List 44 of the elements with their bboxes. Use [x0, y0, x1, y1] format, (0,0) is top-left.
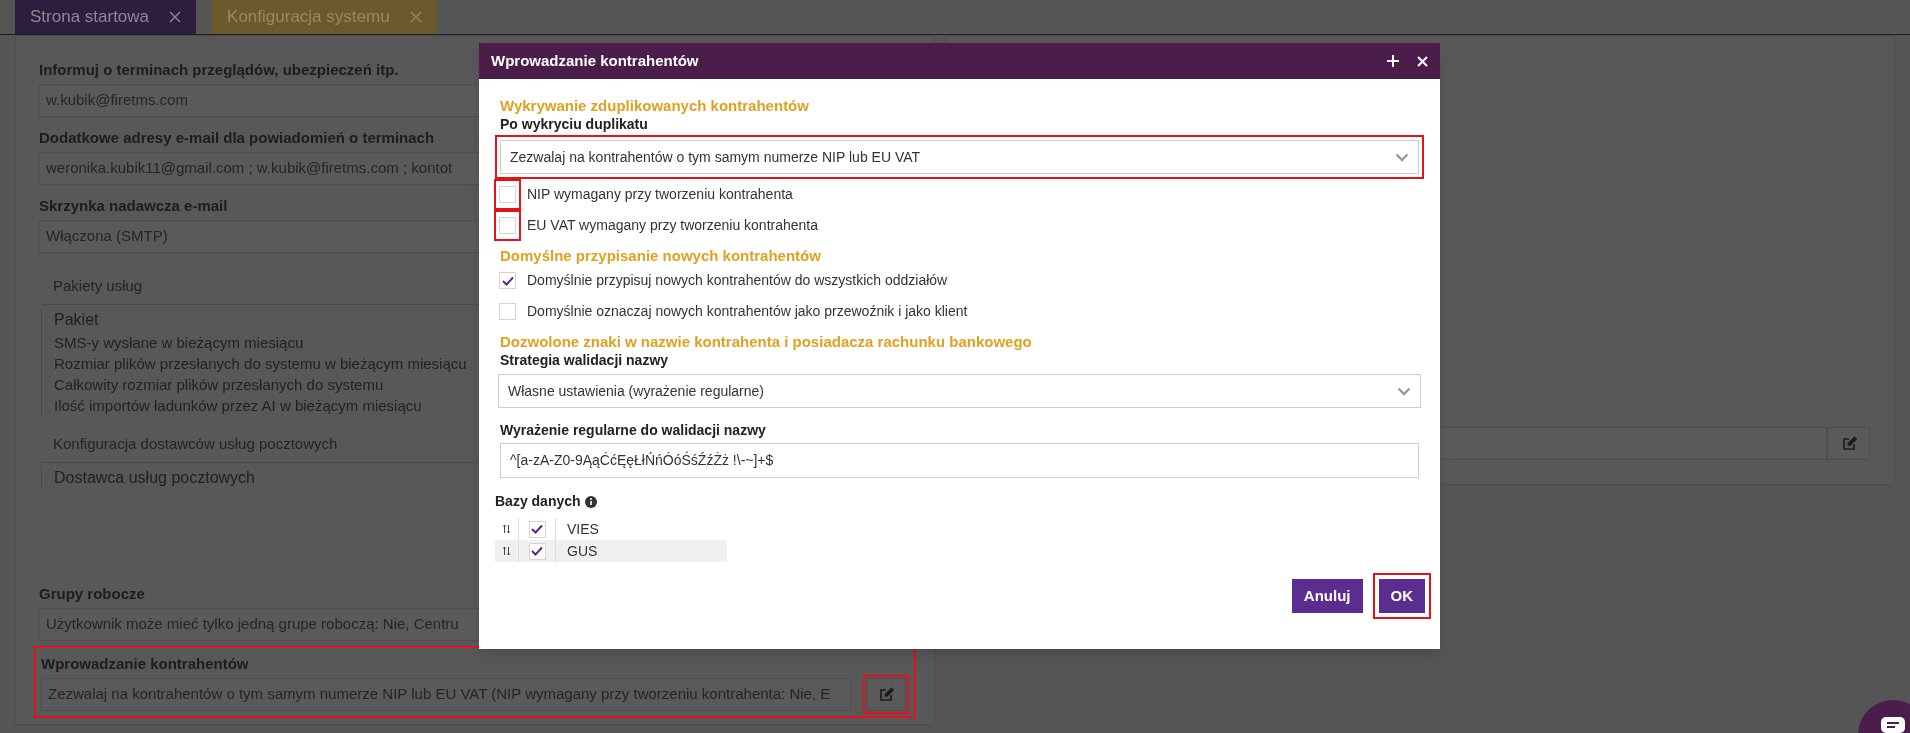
edit-icon	[878, 686, 894, 703]
column-header: Dostawca usług pocztowych	[54, 469, 255, 486]
chevron-down-icon	[1395, 152, 1409, 162]
database-name: GUS	[566, 541, 598, 561]
database-name: VIES	[566, 519, 599, 539]
dropdown[interactable]: Własne ustawienia (wyrażenie regularne)	[498, 374, 1421, 408]
field-label: Po wykryciu duplikatu	[500, 115, 649, 133]
section-heading: Dozwolone znaki w nazwie kontrahenta i posiadacza rachunku bankowego	[500, 333, 1033, 351]
checkbox-label: Domyślnie oznaczaj nowych kontrahentów jako przewoźnik i jako klient	[527, 302, 968, 321]
edit-icon	[1840, 435, 1857, 452]
checkbox[interactable]	[499, 272, 516, 289]
field-label: Informuj o terminach przeglądów, ubezpieczeń itp.	[39, 61, 399, 78]
field-label: Dodatkowe adresy e-mail dla powiadomień o terminach	[39, 129, 435, 146]
check-icon	[531, 546, 543, 556]
field-label: Wprowadzanie kontrahentów	[41, 655, 249, 672]
checkbox[interactable]	[499, 217, 516, 234]
checkbox[interactable]	[499, 186, 516, 203]
field-label: Skrzynka nadawcza e-mail	[39, 197, 228, 214]
dialog-button[interactable]: Anuluj	[1291, 579, 1363, 613]
field-label: Bazy danych	[495, 492, 581, 511]
plus-icon[interactable]	[1387, 55, 1399, 67]
checkbox[interactable]	[528, 542, 546, 560]
check-icon	[501, 275, 514, 286]
sort-icon[interactable]	[502, 546, 511, 556]
check-icon	[531, 524, 543, 534]
field-label: Strategia walidacji nazwy	[500, 351, 670, 369]
edit-button[interactable]	[1827, 427, 1870, 460]
checkbox-label: NIP wymagany przy tworzeniu kontrahenta	[527, 185, 793, 204]
checkbox[interactable]	[528, 520, 546, 538]
chevron-down-icon	[1397, 386, 1411, 396]
info-icon	[584, 495, 597, 508]
tab[interactable]: Strona startowa	[15, 0, 197, 34]
dialog-title: Wprowadzanie kontrahentów	[491, 50, 699, 71]
dialog-button[interactable]: OK	[1378, 579, 1425, 613]
section-heading: Wykrywanie zduplikowanych kontrahentów	[500, 97, 810, 115]
column-header: Pakiet	[54, 311, 99, 328]
checkbox-label: Domyślnie przypisuj nowych kontrahentów do wszystkich oddziałów	[527, 271, 948, 290]
input-field[interactable]: ^[a-zA-Z0-9ĄąĆćĘęŁłŃńÓóŚśŹźŻż !\-~]+$	[500, 443, 1419, 478]
checkbox[interactable]	[499, 303, 516, 320]
dropdown[interactable]: Zezwalaj na kontrahentów o tym samym numerze NIP lub EU VAT	[500, 140, 1419, 174]
chat-icon	[1880, 716, 1906, 733]
sort-icon[interactable]	[502, 524, 511, 534]
field-label: Grupy robocze	[39, 585, 145, 602]
field-label: Wyrażenie regularne do walidacji nazwy	[500, 421, 767, 439]
